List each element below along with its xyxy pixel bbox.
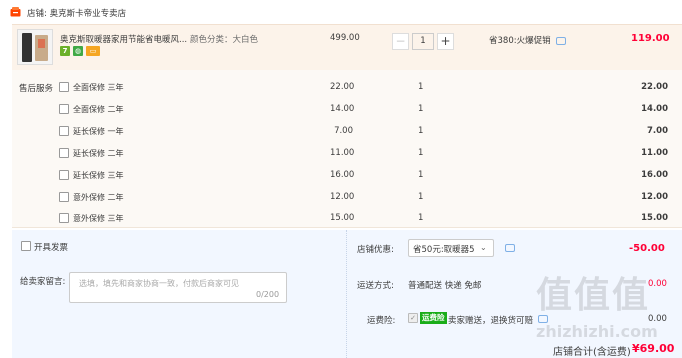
service-checkbox[interactable] (59, 170, 69, 180)
shipping-insurance-text: 卖家赠送，退换货可赔 (448, 316, 534, 326)
promotion-info: 省380:火爆促销 (489, 34, 567, 46)
service-name: 全面保修 三年 (73, 83, 124, 92)
chat-bubble-icon[interactable] (505, 244, 515, 252)
shipping-method: 普通配送 快递 免邮 (408, 281, 482, 291)
service-total: 16.00 (641, 170, 668, 180)
invoice-label: 开具发票 (34, 243, 69, 253)
chevron-down-icon: ⌄ (480, 243, 487, 252)
service-option-row: 意外保修 三年 15.00 1 15.00 (0, 213, 682, 227)
store-discount-value: 省50元:取暖器5 (413, 245, 475, 255)
service-total: 14.00 (641, 104, 668, 114)
authentic-guarantee-icon[interactable]: ◍ (73, 46, 83, 56)
service-option-row: 延长保修 三年 16.00 1 16.00 (0, 170, 682, 184)
service-quantity: 1 (418, 104, 424, 114)
store-icon (10, 7, 21, 17)
service-price: 12.00 (330, 192, 355, 202)
service-name: 延长保修 一年 (73, 127, 124, 136)
service-total: 15.00 (641, 213, 668, 223)
message-label: 给卖家留言: (20, 277, 66, 287)
service-total: 7.00 (647, 126, 668, 136)
service-quantity: 1 (418, 192, 424, 202)
service-option-row: 全面保修 二年 14.00 1 14.00 (0, 104, 682, 118)
service-checkbox[interactable] (59, 192, 69, 202)
shipping-insurance-checkbox: ✓ (408, 313, 418, 323)
service-quantity: 1 (418, 170, 424, 180)
store-name-link[interactable]: 店铺: 奥克斯卡帝业专卖店 (27, 7, 126, 19)
chat-bubble-icon[interactable] (556, 36, 567, 45)
seven-day-return-icon[interactable]: 7 (60, 46, 70, 56)
quantity-stepper: − 1 + (392, 33, 454, 50)
service-checkbox[interactable] (59, 82, 69, 92)
invoice-checkbox[interactable] (21, 241, 31, 251)
shipping-insurance-label: 运费险: (367, 316, 396, 326)
service-checkbox[interactable] (59, 148, 69, 158)
service-name: 意外保修 三年 (73, 214, 124, 223)
service-price: 11.00 (330, 148, 355, 158)
message-char-count: 0/200 (256, 290, 280, 299)
decrease-quantity-button[interactable]: − (392, 33, 409, 50)
service-checkbox[interactable] (59, 104, 69, 114)
shipping-amount: 0.00 (648, 279, 667, 289)
service-option-row: 全面保修 三年 22.00 1 22.00 (0, 82, 682, 96)
product-attribute: 颜色分类：大白色 (190, 35, 259, 45)
service-checkbox[interactable] (59, 213, 69, 223)
product-thumbnail[interactable] (17, 29, 53, 65)
service-option-row: 意外保修 二年 12.00 1 12.00 (0, 192, 682, 206)
increase-quantity-button[interactable]: + (437, 33, 454, 50)
watermark-logo: 值值值 (536, 275, 651, 316)
unit-price: 499.00 (330, 33, 360, 43)
service-name: 延长保修 二年 (73, 149, 124, 158)
service-checkbox[interactable] (59, 126, 69, 136)
store-discount-label: 店铺优惠: (357, 245, 394, 255)
store-total-amount: ¥69.00 (632, 342, 675, 355)
product-title-link[interactable]: 奥克斯取暖器家用节能省电暖风... (60, 33, 187, 45)
service-quantity: 1 (418, 82, 424, 92)
store-total-label: 店铺合计(含运费) (553, 347, 631, 358)
service-option-row: 延长保修 一年 7.00 1 7.00 (0, 126, 682, 140)
service-total: 12.00 (641, 192, 668, 202)
credit-card-icon[interactable]: ▭ (86, 46, 100, 56)
product-row (12, 24, 682, 70)
shipping-insurance-badge: 运费险 (420, 312, 447, 324)
service-quantity: 1 (418, 148, 424, 158)
service-name: 延长保修 三年 (73, 171, 124, 180)
service-total: 22.00 (641, 82, 668, 92)
shipping-label: 运送方式: (357, 281, 394, 291)
store-discount-amount: -50.00 (629, 243, 665, 254)
service-quantity: 1 (418, 213, 424, 223)
service-price: 7.00 (334, 126, 353, 136)
service-option-row: 延长保修 二年 11.00 1 11.00 (0, 148, 682, 162)
service-total: 11.00 (641, 148, 668, 158)
watermark-url: zhizhizhi.com (536, 322, 658, 341)
service-name: 全面保修 二年 (73, 105, 124, 114)
promotion-text: 省380:火爆促销 (489, 36, 551, 46)
service-price: 22.00 (330, 82, 355, 92)
service-price: 15.00 (330, 213, 355, 223)
product-total: 119.00 (631, 33, 670, 44)
message-placeholder: 选填，填先和商家协商一致，付款后商家可见 (79, 279, 239, 288)
service-price: 16.00 (330, 170, 355, 180)
quantity-input[interactable]: 1 (412, 33, 434, 50)
service-name: 意外保修 二年 (73, 193, 124, 202)
service-price: 14.00 (330, 104, 355, 114)
service-quantity: 1 (418, 126, 424, 136)
